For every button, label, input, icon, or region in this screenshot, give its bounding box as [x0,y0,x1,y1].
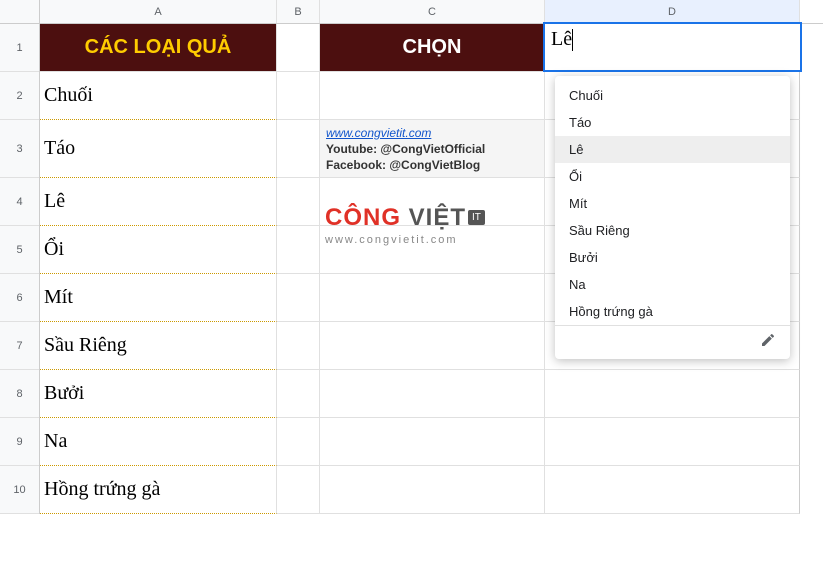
logo-it-badge: IT [468,210,485,225]
cell-a9[interactable]: Na [40,418,277,466]
cell-c6[interactable] [320,274,545,322]
col-header-a[interactable]: A [40,0,277,23]
info-facebook: Facebook: @CongVietBlog [326,158,480,172]
row-header-5[interactable]: 5 [0,226,39,274]
dropdown-footer [555,325,790,353]
dropdown-item[interactable]: Ổi [555,163,790,190]
column-headers: A B C D [0,0,823,24]
text-cursor [572,29,573,51]
col-header-b[interactable]: B [277,0,320,23]
cell-b4[interactable] [277,178,320,226]
info-url-link[interactable]: www.congvietit.com [326,126,431,140]
cell-a8[interactable]: Bưởi [40,370,277,418]
row-header-2[interactable]: 2 [0,72,39,120]
row-header-7[interactable]: 7 [0,322,39,370]
dropdown-item[interactable]: Sầu Riêng [555,217,790,244]
cell-a2[interactable]: Chuối [40,72,277,120]
cell-b8[interactable] [277,370,320,418]
cell-b6[interactable] [277,274,320,322]
cell-a6[interactable]: Mít [40,274,277,322]
dropdown-item[interactable]: Chuối [555,82,790,109]
cell-c10[interactable] [320,466,545,514]
cell-a5[interactable]: Ổi [40,226,277,274]
row-header-6[interactable]: 6 [0,274,39,322]
dropdown-item[interactable]: Hồng trứng gà [555,298,790,325]
logo-text-viet: VIỆT [401,204,466,231]
cell-b1[interactable] [277,24,320,72]
row-header-8[interactable]: 8 [0,370,39,418]
cell-c1-header[interactable]: CHỌN [320,24,545,72]
cells-area: CÁC LOẠI QUẢ CHỌN Chuối Táo Lê Ổi Mít Sầ… [40,24,823,514]
cell-c9[interactable] [320,418,545,466]
dropdown-item[interactable]: Táo [555,109,790,136]
row-header-1[interactable]: 1 [0,24,39,72]
cell-c3-info[interactable]: www.congvietit.com Youtube: @CongVietOff… [320,120,545,178]
cell-c2[interactable] [320,72,545,120]
cell-b7[interactable] [277,322,320,370]
cell-b10[interactable] [277,466,320,514]
info-youtube: Youtube: @CongVietOfficial [326,142,485,156]
spreadsheet: A B C D 1 2 3 4 5 6 7 8 9 10 CÁC LOẠI QU… [0,0,823,569]
row-header-9[interactable]: 9 [0,418,39,466]
cell-b9[interactable] [277,418,320,466]
col-header-d[interactable]: D [545,0,800,23]
cell-a4[interactable]: Lê [40,178,277,226]
cell-a1-header[interactable]: CÁC LOẠI QUẢ [40,24,277,72]
validation-dropdown: Chuối Táo Lê Ổi Mít Sầu Riêng Bưởi Na Hồ… [555,76,790,359]
dropdown-item[interactable]: Bưởi [555,244,790,271]
row-headers: 1 2 3 4 5 6 7 8 9 10 [0,24,40,514]
dropdown-item[interactable]: Mít [555,190,790,217]
select-all-corner[interactable] [0,0,40,23]
dropdown-item[interactable]: Na [555,271,790,298]
cell-b3[interactable] [277,120,320,178]
col-header-c[interactable]: C [320,0,545,23]
active-cell-d1[interactable]: Lê [543,22,802,72]
logo: CÔNG VIỆTIT www.congvietit.com [325,204,535,246]
cell-d10[interactable] [545,466,800,514]
cell-b2[interactable] [277,72,320,120]
cell-c7[interactable] [320,322,545,370]
dropdown-item-selected[interactable]: Lê [555,136,790,163]
cell-a7[interactable]: Sầu Riêng [40,322,277,370]
cell-d9[interactable] [545,418,800,466]
row-header-3[interactable]: 3 [0,120,39,178]
cell-b5[interactable] [277,226,320,274]
cell-c8[interactable] [320,370,545,418]
cell-d8[interactable] [545,370,800,418]
pencil-icon[interactable] [760,332,776,351]
cell-a10[interactable]: Hồng trứng gà [40,466,277,514]
active-cell-value: Lê [551,28,572,50]
row-header-10[interactable]: 10 [0,466,39,514]
logo-url: www.congvietit.com [325,234,535,246]
cell-a3[interactable]: Táo [40,120,277,178]
row-header-4[interactable]: 4 [0,178,39,226]
logo-text-cong: CÔNG [325,204,401,231]
